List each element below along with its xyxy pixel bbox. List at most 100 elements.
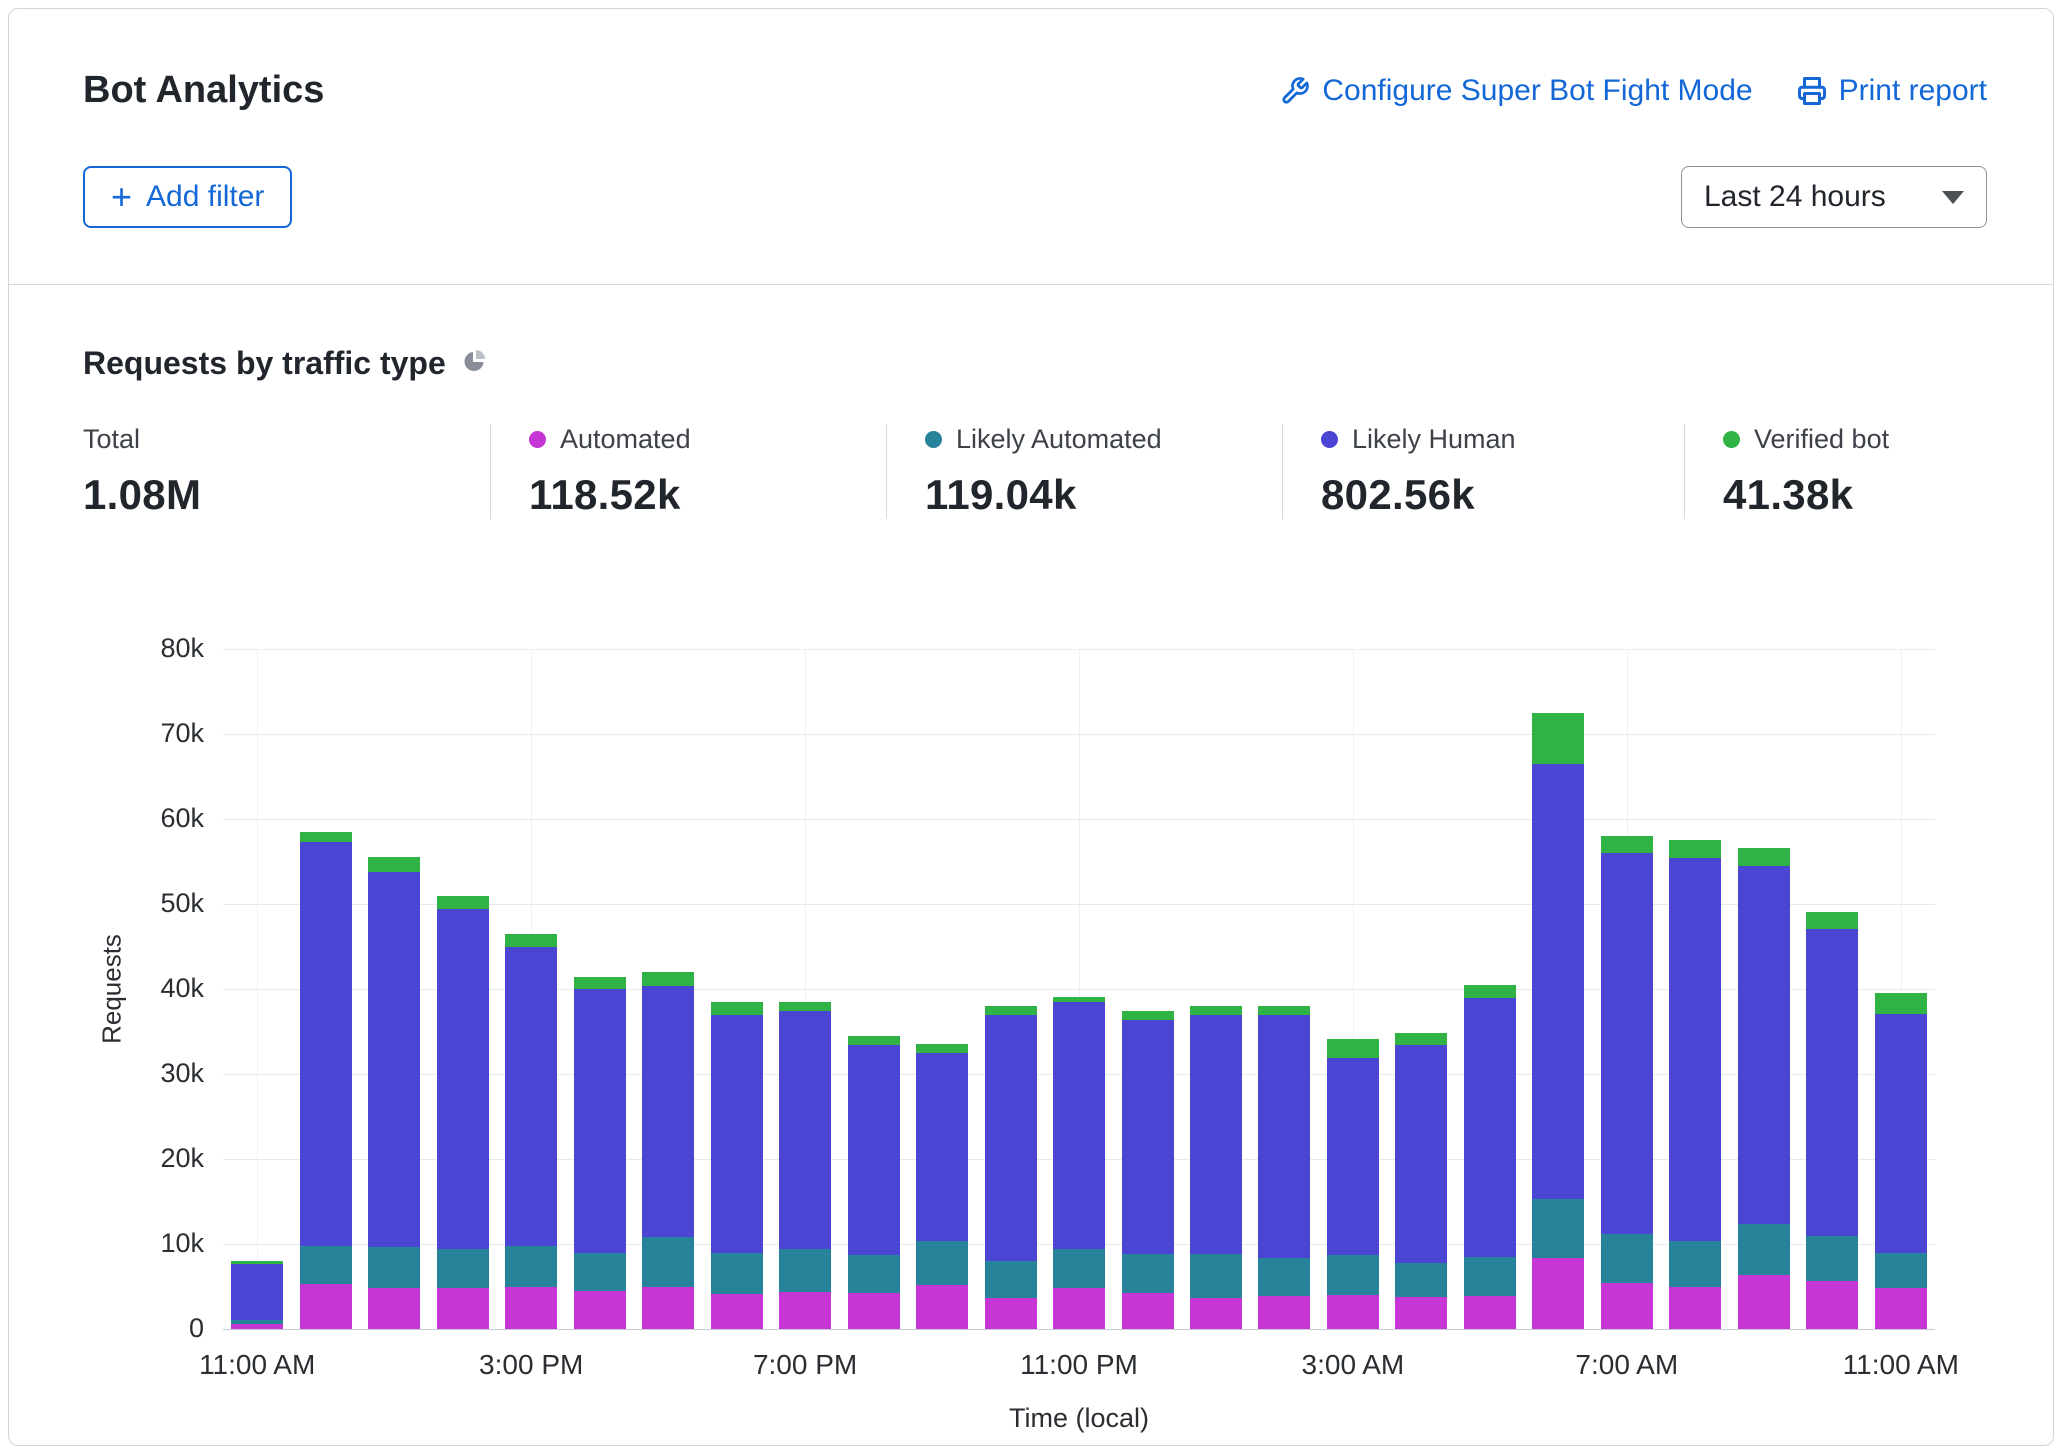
segment-likely-human — [985, 1015, 1037, 1261]
configure-super-bot-fight-mode-link[interactable]: Configure Super Bot Fight Mode — [1280, 74, 1752, 108]
segment-verified-bot — [300, 832, 352, 842]
segment-likely-automated — [1190, 1254, 1242, 1298]
bar-3-00-pm-4[interactable] — [505, 649, 557, 1329]
bar-2-00-am-15[interactable] — [1258, 649, 1310, 1329]
segment-automated — [779, 1292, 831, 1329]
segment-verified-bot — [1327, 1039, 1379, 1058]
stat-label-text: Automated — [560, 424, 691, 455]
segment-verified-bot — [1806, 912, 1858, 929]
segment-likely-human — [1738, 866, 1790, 1225]
wrench-icon — [1280, 76, 1310, 106]
segment-likely-human — [368, 872, 420, 1248]
segment-verified-bot — [711, 1002, 763, 1015]
bar-4-00-pm-5[interactable] — [574, 649, 626, 1329]
bar-11-00-pm-12[interactable] — [1053, 649, 1105, 1329]
segment-verified-bot — [642, 972, 694, 986]
stat-value: 802.56k — [1321, 471, 1684, 519]
segment-likely-automated — [437, 1249, 489, 1288]
segment-verified-bot — [1532, 713, 1584, 764]
y-axis-title: Requests — [97, 934, 128, 1044]
bar-3-00-am-16[interactable] — [1327, 649, 1379, 1329]
bar-8-00-pm-9[interactable] — [848, 649, 900, 1329]
segment-verified-bot — [1738, 848, 1790, 866]
segment-automated — [848, 1293, 900, 1330]
bar-11-00-am-0[interactable] — [231, 649, 283, 1329]
segment-verified-bot — [985, 1006, 1037, 1015]
pie-chart-icon — [462, 349, 486, 378]
x-tick-label: 3:00 PM — [431, 1349, 631, 1381]
bar-6-00-am-19[interactable] — [1532, 649, 1584, 1329]
x-tick-label: 11:00 PM — [979, 1349, 1179, 1381]
segment-verified-bot — [916, 1044, 968, 1053]
likely-human-legend-dot — [1321, 431, 1338, 448]
segment-verified-bot — [1875, 993, 1927, 1013]
stat-label: Verified bot — [1723, 424, 1889, 455]
traffic-type-section: Requests by traffic type Total1.08MAutom… — [9, 345, 2053, 1439]
y-tick-label: 80k — [83, 633, 204, 664]
y-tick-label: 20k — [83, 1143, 204, 1174]
bar-12-00-am-13[interactable] — [1122, 649, 1174, 1329]
segment-likely-automated — [1327, 1255, 1379, 1295]
segment-automated — [1190, 1298, 1242, 1329]
bar-10-00-pm-11[interactable] — [985, 649, 1037, 1329]
stat-value: 1.08M — [83, 471, 490, 519]
segment-likely-automated — [1053, 1249, 1105, 1288]
segment-likely-human — [779, 1011, 831, 1249]
likely-automated-legend-dot — [925, 431, 942, 448]
segment-verified-bot — [437, 896, 489, 910]
segment-verified-bot — [368, 857, 420, 871]
print-report-link[interactable]: Print report — [1797, 74, 1987, 108]
bar-5-00-am-18[interactable] — [1464, 649, 1516, 1329]
segment-likely-human — [1258, 1015, 1310, 1257]
segment-likely-automated — [1875, 1253, 1927, 1288]
bar-9-00-am-22[interactable] — [1738, 649, 1790, 1329]
segment-automated — [916, 1285, 968, 1329]
stat-likely-automated: Likely Automated119.04k — [886, 424, 1282, 519]
segment-likely-automated — [1122, 1254, 1174, 1292]
bar-7-00-am-20[interactable] — [1601, 649, 1653, 1329]
time-range-select[interactable]: Last 24 hours — [1681, 166, 1987, 228]
x-tick-label: 3:00 AM — [1253, 1349, 1453, 1381]
segment-automated — [1738, 1275, 1790, 1329]
stat-label-text: Total — [83, 424, 140, 455]
segment-likely-automated — [779, 1249, 831, 1292]
segment-likely-automated — [1395, 1263, 1447, 1297]
y-tick-label: 60k — [83, 803, 204, 834]
bar-1-00-pm-2[interactable] — [368, 649, 420, 1329]
bar-6-00-pm-7[interactable] — [711, 649, 763, 1329]
stats-row: Total1.08MAutomated118.52kLikely Automat… — [83, 424, 1979, 519]
segment-likely-human — [1327, 1058, 1379, 1255]
page-title: Bot Analytics — [83, 69, 324, 112]
segment-likely-automated — [300, 1246, 352, 1284]
bar-2-00-pm-3[interactable] — [437, 649, 489, 1329]
time-range-value: Last 24 hours — [1704, 180, 1886, 214]
segment-likely-human — [1122, 1020, 1174, 1254]
segment-automated — [1806, 1281, 1858, 1330]
add-filter-button[interactable]: + Add filter — [83, 166, 292, 228]
segment-automated — [1875, 1288, 1927, 1329]
header: Bot Analytics Configure Super Bot Fight … — [9, 9, 2053, 228]
bar-4-00-am-17[interactable] — [1395, 649, 1447, 1329]
segment-automated — [574, 1291, 626, 1329]
bar-11-00-am-24[interactable] — [1875, 649, 1927, 1329]
segment-verified-bot — [779, 1002, 831, 1011]
bar-12-00-pm-1[interactable] — [300, 649, 352, 1329]
bar-10-00-am-23[interactable] — [1806, 649, 1858, 1329]
gridline-horizontal — [223, 1329, 1935, 1330]
verified-bot-legend-dot — [1723, 431, 1740, 448]
bar-9-00-pm-10[interactable] — [916, 649, 968, 1329]
segment-likely-human — [916, 1053, 968, 1241]
bar-1-00-am-14[interactable] — [1190, 649, 1242, 1329]
bar-8-00-am-21[interactable] — [1669, 649, 1721, 1329]
y-tick-label: 30k — [83, 1058, 204, 1089]
segment-likely-human — [1532, 764, 1584, 1199]
segment-likely-automated — [642, 1237, 694, 1287]
segment-likely-automated — [1464, 1257, 1516, 1296]
bar-7-00-pm-8[interactable] — [779, 649, 831, 1329]
add-filter-label: Add filter — [146, 180, 264, 214]
segment-automated — [1327, 1295, 1379, 1329]
segment-likely-human — [505, 947, 557, 1245]
y-tick-label: 50k — [83, 888, 204, 919]
bar-5-00-pm-6[interactable] — [642, 649, 694, 1329]
segment-automated — [1053, 1288, 1105, 1329]
